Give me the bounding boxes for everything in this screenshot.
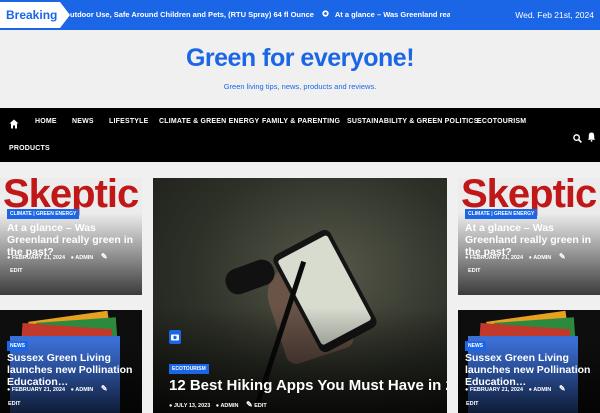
site-tagline: Green living tips, news, products and re…: [223, 82, 377, 91]
edit-link[interactable]: EDIT: [468, 268, 481, 274]
calendar-icon: ●: [7, 255, 11, 261]
post-date[interactable]: FEBRUARY 21, 2024: [470, 255, 523, 261]
home-icon[interactable]: [9, 116, 19, 134]
post-author[interactable]: ADMIN: [533, 387, 551, 393]
main-navigation: HOME NEWS LIFESTYLE CLIMATE & GREEN ENER…: [0, 108, 600, 162]
category-badge[interactable]: NEWS: [465, 341, 486, 351]
site-header: Green for everyone! Green living tips, n…: [0, 30, 600, 108]
post-date[interactable]: FEBRUARY 21, 2024: [470, 387, 523, 393]
user-icon: ●: [215, 403, 220, 409]
category-badge[interactable]: NEWS: [7, 341, 28, 351]
nav-item-lifestyle[interactable]: LIFESTYLE: [109, 118, 149, 125]
calendar-icon: ●: [465, 255, 469, 261]
post-meta: ● FEBRUARY 21, 2024 ● ADMIN ✎: [465, 252, 566, 261]
nav-item-family-parenting[interactable]: FAMILY & PARENTING: [262, 118, 340, 125]
post-date[interactable]: JULY 13, 2023: [174, 403, 210, 409]
nav-item-news[interactable]: NEWS: [72, 118, 94, 125]
post-meta: ● FEBRUARY 21, 2024 ● ADMIN ✎: [7, 252, 108, 261]
category-badge[interactable]: CLIMATE | GREEN ENERGY: [7, 209, 80, 219]
post-author[interactable]: ADMIN: [75, 387, 93, 393]
user-icon: ●: [70, 387, 74, 393]
breaking-label: Breaking: [0, 2, 70, 28]
calendar-icon: ●: [169, 403, 173, 409]
search-icon[interactable]: [573, 130, 582, 148]
edit-icon[interactable]: ✎: [101, 384, 108, 393]
nav-item-climate-green-energy[interactable]: CLIMATE & GREEN ENERGY: [159, 118, 259, 125]
post-author[interactable]: ADMIN: [75, 255, 93, 261]
news-ticker: utdoor Use, Safe Around Children and Pet…: [70, 0, 450, 30]
nav-item-home[interactable]: HOME: [35, 118, 57, 125]
featured-post-card[interactable]: ECOTOURISM 12 Best Hiking Apps You Must …: [153, 178, 447, 413]
edit-link[interactable]: EDIT: [466, 401, 479, 407]
post-meta: ● JULY 13, 2023 ● ADMIN ✎ EDIT: [169, 400, 267, 409]
category-badge[interactable]: CLIMATE | GREEN ENERGY: [465, 209, 538, 219]
breaking-news-bar: Breaking utdoor Use, Safe Around Childre…: [0, 0, 600, 30]
calendar-icon: ●: [465, 387, 469, 393]
nav-item-sustainability-green-politics[interactable]: SUSTAINABILITY & GREEN POLITICS: [347, 118, 479, 125]
post-author[interactable]: ADMIN: [533, 255, 551, 261]
nav-item-products[interactable]: PRODUCTS: [9, 145, 50, 152]
ticker-item[interactable]: At a glance – Was Greenland really green…: [335, 10, 450, 19]
category-badge[interactable]: ECOTOURISM: [169, 364, 209, 374]
ticker-item[interactable]: utdoor Use, Safe Around Children and Pet…: [70, 10, 314, 19]
camera-icon: [169, 330, 181, 344]
post-card-right-bottom[interactable]: NEWS Sussex Green Living launches new Po…: [458, 310, 600, 413]
nav-item-ecotourism[interactable]: ECOTOURISM: [477, 118, 526, 125]
post-date[interactable]: FEBRUARY 21, 2024: [12, 255, 65, 261]
user-icon: ●: [70, 255, 74, 261]
edit-link[interactable]: EDIT: [10, 268, 23, 274]
post-date[interactable]: FEBRUARY 21, 2024: [12, 387, 65, 393]
post-card-right-top[interactable]: Skeptic Scien CLIMATE | GREEN ENERGY At …: [458, 178, 600, 295]
site-title[interactable]: Green for everyone!: [0, 44, 600, 73]
edit-link[interactable]: EDIT: [8, 401, 21, 407]
current-date: Wed. Feb 21st, 2024: [515, 10, 594, 20]
post-title[interactable]: Sussex Green Living launches new Pollina…: [7, 352, 142, 388]
post-card-left-top[interactable]: Skeptic Scien CLIMATE | GREEN ENERGY At …: [0, 178, 142, 295]
post-author[interactable]: ADMIN: [220, 403, 238, 409]
post-meta: ● FEBRUARY 21, 2024 ● ADMIN ✎: [465, 384, 566, 393]
post-card-left-bottom[interactable]: NEWS Sussex Green Living launches new Po…: [0, 310, 142, 413]
calendar-icon: ●: [7, 387, 11, 393]
ticker-separator-icon: [322, 0, 329, 30]
post-meta: ● FEBRUARY 21, 2024 ● ADMIN ✎: [7, 384, 108, 393]
edit-icon[interactable]: ✎: [101, 252, 108, 261]
edit-link[interactable]: EDIT: [254, 403, 267, 409]
edit-icon[interactable]: ✎: [246, 400, 253, 409]
bell-icon[interactable]: [587, 129, 596, 147]
post-title[interactable]: 12 Best Hiking Apps You Must Have in 202…: [169, 377, 447, 394]
post-title[interactable]: Sussex Green Living launches new Pollina…: [465, 352, 600, 388]
edit-icon[interactable]: ✎: [559, 384, 566, 393]
user-icon: ●: [528, 255, 532, 261]
edit-icon[interactable]: ✎: [559, 252, 566, 261]
user-icon: ●: [528, 387, 532, 393]
